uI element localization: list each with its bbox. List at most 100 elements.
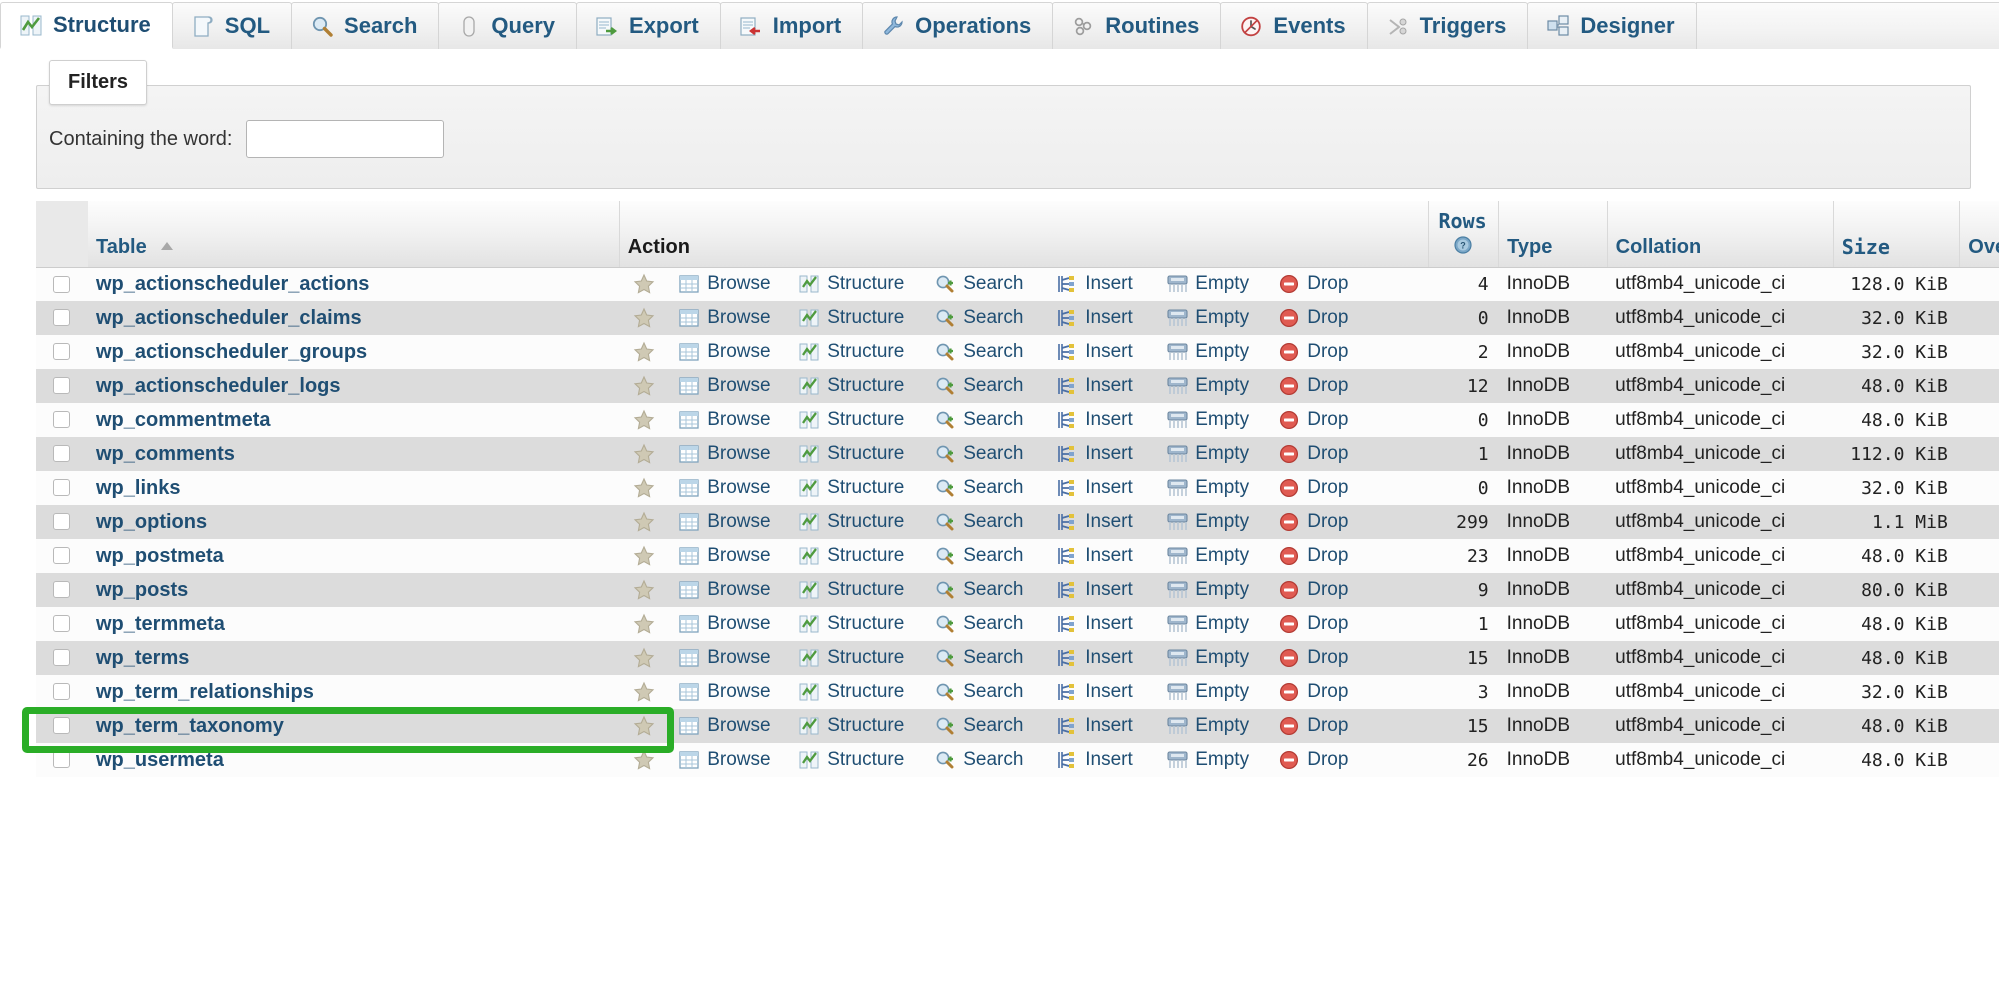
- table-name-link[interactable]: wp_options: [96, 511, 207, 533]
- insert-action[interactable]: Insert: [1057, 273, 1167, 295]
- drop-action[interactable]: Drop: [1279, 647, 1371, 669]
- table-name-cell[interactable]: wp_actionscheduler_actions: [87, 267, 620, 301]
- table-name-cell[interactable]: wp_actionscheduler_claims: [87, 301, 620, 335]
- table-name-link[interactable]: wp_posts: [96, 579, 188, 601]
- browse-action[interactable]: Browse: [679, 273, 799, 295]
- table-row[interactable]: wp_term_taxonomy Browse Structure Search Ins…: [36, 709, 1999, 743]
- row-checkbox-cell[interactable]: [36, 539, 88, 573]
- table-row[interactable]: wp_postmeta Browse Structure Search Insert Em…: [36, 539, 1999, 573]
- insert-action[interactable]: Insert: [1057, 749, 1167, 771]
- drop-action[interactable]: Drop: [1279, 511, 1371, 533]
- table-name-link[interactable]: wp_actionscheduler_claims: [96, 307, 362, 329]
- search-action[interactable]: Search: [935, 749, 1057, 771]
- row-checkbox[interactable]: [53, 377, 71, 395]
- table-name-cell[interactable]: wp_termmeta: [87, 607, 620, 641]
- browse-action[interactable]: Browse: [679, 613, 799, 635]
- table-name-cell[interactable]: wp_commentmeta: [87, 403, 620, 437]
- insert-action[interactable]: Insert: [1057, 681, 1167, 703]
- table-row[interactable]: wp_commentmeta Browse Structure Search Inser…: [36, 403, 1999, 437]
- table-name-link[interactable]: wp_term_taxonomy: [96, 715, 284, 737]
- empty-action[interactable]: Empty: [1167, 443, 1279, 465]
- row-checkbox[interactable]: [53, 615, 71, 633]
- header-size[interactable]: Size: [1833, 201, 1961, 268]
- row-checkbox[interactable]: [53, 309, 71, 327]
- row-checkbox-cell[interactable]: [36, 641, 88, 675]
- tab-sql[interactable]: SQL: [171, 2, 293, 49]
- insert-action[interactable]: Insert: [1057, 579, 1167, 601]
- table-name-link[interactable]: wp_actionscheduler_logs: [96, 375, 341, 397]
- browse-action[interactable]: Browse: [679, 647, 799, 669]
- drop-action[interactable]: Drop: [1279, 545, 1371, 567]
- row-checkbox[interactable]: [53, 547, 71, 565]
- insert-action[interactable]: Insert: [1057, 409, 1167, 431]
- table-row[interactable]: wp_options Browse Structure Search Insert Emp…: [36, 505, 1999, 539]
- table-row[interactable]: wp_actionscheduler_claims Browse Structure…: [36, 301, 1999, 335]
- drop-action[interactable]: Drop: [1279, 579, 1371, 601]
- insert-action[interactable]: Insert: [1057, 375, 1167, 397]
- empty-action[interactable]: Empty: [1167, 681, 1279, 703]
- favorite-star-icon[interactable]: [633, 443, 655, 465]
- favorite-star-icon[interactable]: [633, 273, 655, 295]
- empty-action[interactable]: Empty: [1167, 341, 1279, 363]
- header-overhead[interactable]: Overhe: [1959, 201, 1999, 268]
- browse-action[interactable]: Browse: [679, 477, 799, 499]
- table-row[interactable]: wp_terms Browse Structure Search Insert Empty…: [36, 641, 1999, 675]
- table-name-cell[interactable]: wp_actionscheduler_groups: [87, 335, 620, 369]
- table-name-link[interactable]: wp_postmeta: [96, 545, 224, 567]
- row-checkbox-cell[interactable]: [36, 437, 88, 471]
- tab-search[interactable]: Search: [291, 2, 440, 49]
- table-name-link[interactable]: wp_terms: [96, 647, 189, 669]
- empty-action[interactable]: Empty: [1167, 647, 1279, 669]
- drop-action[interactable]: Drop: [1279, 375, 1371, 397]
- empty-action[interactable]: Empty: [1167, 579, 1279, 601]
- structure-action[interactable]: Structure: [799, 273, 935, 295]
- empty-action[interactable]: Empty: [1167, 511, 1279, 533]
- containing-word-input[interactable]: [246, 120, 445, 158]
- table-name-cell[interactable]: wp_options: [87, 505, 620, 539]
- search-action[interactable]: Search: [935, 545, 1057, 567]
- table-name-cell[interactable]: wp_posts: [87, 573, 620, 607]
- structure-action[interactable]: Structure: [799, 375, 935, 397]
- search-action[interactable]: Search: [935, 477, 1057, 499]
- insert-action[interactable]: Insert: [1057, 715, 1167, 737]
- search-action[interactable]: Search: [935, 579, 1057, 601]
- search-action[interactable]: Search: [935, 681, 1057, 703]
- row-checkbox-cell[interactable]: [36, 743, 88, 777]
- drop-action[interactable]: Drop: [1279, 681, 1371, 703]
- browse-action[interactable]: Browse: [679, 375, 799, 397]
- row-checkbox[interactable]: [53, 751, 71, 769]
- row-checkbox[interactable]: [53, 343, 71, 361]
- row-checkbox[interactable]: [53, 479, 71, 497]
- row-checkbox[interactable]: [53, 581, 71, 599]
- drop-action[interactable]: Drop: [1279, 715, 1371, 737]
- empty-action[interactable]: Empty: [1167, 375, 1279, 397]
- insert-action[interactable]: Insert: [1057, 477, 1167, 499]
- structure-action[interactable]: Structure: [799, 715, 935, 737]
- row-checkbox[interactable]: [53, 717, 71, 735]
- drop-action[interactable]: Drop: [1279, 273, 1371, 295]
- search-action[interactable]: Search: [935, 613, 1057, 635]
- header-collation[interactable]: Collation: [1607, 201, 1834, 268]
- insert-action[interactable]: Insert: [1057, 647, 1167, 669]
- row-checkbox-cell[interactable]: [36, 301, 88, 335]
- empty-action[interactable]: Empty: [1167, 613, 1279, 635]
- favorite-star-icon[interactable]: [633, 613, 655, 635]
- table-name-link[interactable]: wp_term_relationships: [96, 681, 314, 703]
- tab-export[interactable]: Export: [576, 2, 721, 49]
- table-name-cell[interactable]: wp_term_taxonomy: [87, 709, 620, 743]
- empty-action[interactable]: Empty: [1167, 477, 1279, 499]
- header-table[interactable]: Table: [87, 201, 620, 268]
- favorite-star-icon[interactable]: [633, 647, 655, 669]
- search-action[interactable]: Search: [935, 273, 1057, 295]
- drop-action[interactable]: Drop: [1279, 341, 1371, 363]
- table-name-link[interactable]: wp_comments: [96, 443, 235, 465]
- search-action[interactable]: Search: [935, 409, 1057, 431]
- empty-action[interactable]: Empty: [1167, 273, 1279, 295]
- row-checkbox-cell[interactable]: [36, 675, 88, 709]
- table-name-link[interactable]: wp_actionscheduler_actions: [96, 273, 369, 295]
- row-checkbox[interactable]: [53, 513, 71, 531]
- structure-action[interactable]: Structure: [799, 409, 935, 431]
- table-row[interactable]: wp_usermeta Browse Structure Search Insert Em…: [36, 743, 1999, 777]
- favorite-star-icon[interactable]: [633, 307, 655, 329]
- structure-action[interactable]: Structure: [799, 681, 935, 703]
